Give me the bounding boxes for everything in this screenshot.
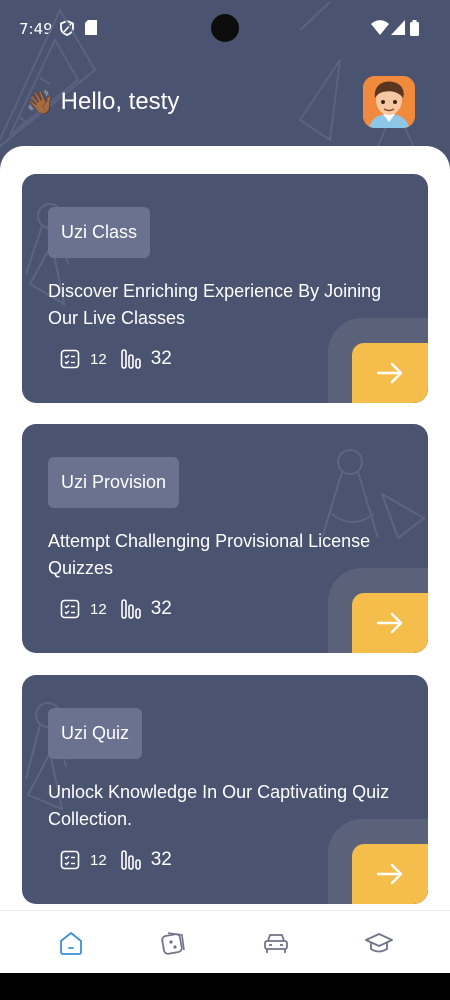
card-description: Discover Enriching Experience By Joining… [48, 281, 382, 328]
checklist-icon [60, 599, 80, 619]
card-arrow-button[interactable] [352, 593, 428, 653]
avatar-image [363, 76, 415, 128]
card-tag: Uzi Quiz [48, 708, 143, 759]
card-uzi-provision[interactable]: Uzi Provision Attempt Challenging Provis… [22, 424, 428, 653]
checklist-icon [60, 349, 80, 369]
home-icon [60, 932, 82, 955]
card-uzi-quiz[interactable]: Uzi Quiz Unlock Knowledge In Our Captiva… [22, 675, 428, 904]
card-arrow-button[interactable] [352, 343, 428, 403]
avatar[interactable] [363, 76, 415, 128]
stat-count: 32 [150, 849, 172, 870]
nav-driving[interactable] [261, 928, 291, 958]
card-tag: Uzi Provision [48, 457, 180, 508]
card-tag: Uzi Class [48, 207, 151, 258]
card-description: Unlock Knowledge In Our Captivating Quiz… [48, 782, 390, 829]
checklist-icon [60, 850, 80, 870]
arrow-right-icon [376, 612, 403, 634]
nav-learning[interactable] [364, 928, 394, 958]
bar-stats-icon [120, 349, 141, 369]
arrow-right-icon [376, 362, 403, 384]
card-description: Attempt Challenging Provisional License … [48, 531, 371, 578]
card-stats: 12 32 [60, 847, 172, 873]
stat-questions: 12 [90, 350, 107, 368]
system-gesture-bar [0, 973, 450, 1000]
nav-home[interactable] [56, 928, 86, 958]
stat-count: 32 [150, 348, 172, 369]
content-area: Uzi Class Discover Enriching Experience … [0, 146, 450, 1000]
nav-games[interactable] [158, 928, 188, 958]
greeting: 👋🏾 Hello, testy [26, 86, 179, 118]
dice-icon [161, 932, 185, 955]
arrow-right-icon [376, 863, 403, 885]
stat-questions: 12 [90, 851, 107, 869]
graduation-cap-icon [365, 933, 393, 953]
car-icon [264, 934, 288, 953]
card-arrow-button[interactable] [352, 844, 428, 904]
bottom-nav [0, 910, 450, 974]
waving-hand-icon: 👋🏾 [26, 88, 55, 115]
stat-questions: 12 [90, 600, 107, 618]
bar-stats-icon [120, 599, 141, 619]
card-uzi-class[interactable]: Uzi Class Discover Enriching Experience … [22, 174, 428, 403]
stat-count: 32 [150, 598, 172, 619]
greeting-text: Hello, testy [60, 88, 180, 115]
bar-stats-icon [120, 850, 141, 870]
card-stats: 12 32 [60, 346, 172, 372]
card-stats: 12 32 [60, 596, 172, 622]
